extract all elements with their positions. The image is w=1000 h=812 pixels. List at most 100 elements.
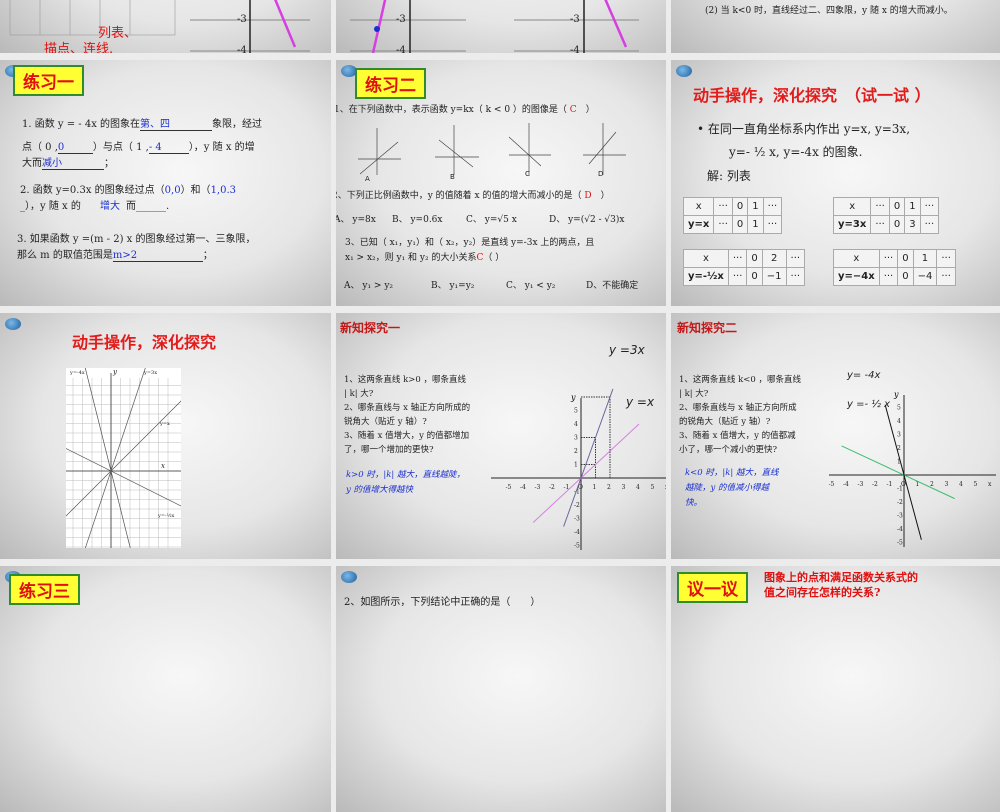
tick-label: x: [665, 484, 666, 491]
q-text: 2、哪条直线与 x 轴正方向所成: [679, 403, 797, 413]
table-cell: 0: [731, 197, 749, 216]
q-text: x₁ > x₂，则 y₁ 和 y₂ 的大小关系: [345, 253, 477, 263]
graph-d-line: [588, 131, 617, 165]
table-row: x ··· 0 1 ···: [682, 197, 783, 216]
slide-badge: 练习二: [355, 68, 426, 99]
option: C、 y₁ < y₂: [506, 281, 556, 291]
table-cell: 1: [912, 249, 938, 268]
table-cell: x: [683, 249, 729, 268]
q-text: 2、下列正比例函数中，y 的值随着 x 的值的增大而减小的是（: [336, 191, 582, 201]
tick-label: 3: [897, 432, 901, 439]
tick-label: -5: [506, 484, 512, 491]
table-cell: y=−4x: [833, 267, 880, 286]
q-text: ）与点（ 1 ,: [92, 142, 149, 153]
answer: 减小: [42, 154, 104, 170]
option: B、 y₁=y₂: [431, 281, 475, 291]
line-label: y =- ½ x: [847, 399, 891, 410]
table-cell: ···: [727, 267, 748, 286]
value-table: x ··· 0 1 ··· y=x ··· 0 1 ···: [682, 197, 783, 234]
slide-thumbnail[interactable]: 2、如图所示，下列结论中正确的是（ ）: [336, 566, 666, 812]
conclusion-text: k<0 时，|k| 越大，直线: [685, 468, 779, 478]
axis-label: x: [161, 462, 165, 470]
table-cell: 2: [761, 249, 787, 268]
table-cell: 1: [904, 197, 921, 216]
q-text: 而______.: [126, 201, 170, 212]
q-text: 2. 函数 y=0.3x 的图象经过点（: [20, 185, 165, 196]
slide-thumbnail[interactable]: (2) 当 k<0 时，直线经过二、四象限，y 随 x 的增大而减小。: [671, 0, 1000, 53]
slide-exercise-1[interactable]: 练习一 1. 函数 y = - 4x 的图象在第、四 象限，经过 点（ 0 ,0）…: [0, 60, 331, 306]
graph-label: A: [365, 175, 370, 183]
tick-label: 3: [945, 481, 949, 488]
tick-label: 4: [897, 418, 901, 425]
slide-text: 描点、连线.: [44, 42, 114, 53]
option-graphs: [358, 123, 626, 175]
answer: - 4: [148, 142, 189, 154]
table-cell: ···: [713, 197, 733, 216]
tick-label: -3: [396, 14, 406, 25]
table-cell: −1: [761, 267, 787, 286]
answer: 第、四: [140, 115, 213, 131]
slide-thumbnail[interactable]: -3 -4 列表、 描点、连线.: [0, 0, 331, 53]
table-cell: 0: [888, 197, 906, 216]
table-cell: 0: [746, 249, 763, 268]
tick-label: -5: [574, 543, 580, 550]
tick-label: 1: [593, 484, 597, 491]
q-text: 大而: [22, 158, 42, 169]
q-text: 了，哪一个增加的更快?: [344, 445, 434, 455]
slide-try-it[interactable]: 动手操作，深化探究 （试一试 ） • 在同一直角坐标系内作出 y=x, y=3x…: [671, 60, 1000, 306]
table-cell: 0: [746, 267, 763, 286]
graph-label: D: [598, 170, 604, 178]
slide-thumbnail[interactable]: -3 -4 -3 -4: [336, 0, 666, 53]
tick-label: -5: [897, 540, 903, 547]
slide-discuss[interactable]: 议一议 图象上的点和满足函数关系式的 值之间存在怎样的关系?: [671, 566, 1000, 812]
logo-icon: [5, 318, 21, 330]
tick-label: -4: [570, 45, 580, 53]
slide-exercise-3[interactable]: 练习三: [0, 566, 331, 812]
tick-label: -3: [237, 14, 247, 25]
table-cell: y=x: [682, 215, 715, 234]
tick-label: -2: [549, 484, 555, 491]
slide-badge: 练习一: [13, 65, 84, 96]
tick-label: -2: [872, 481, 878, 488]
tick-label: 4: [959, 481, 963, 488]
line-label: y =3x: [609, 343, 645, 357]
q-text: 的锐角大（贴近 y 轴）?: [679, 417, 771, 427]
slide-explore-2[interactable]: 新知探究二 1、这两条直线 k<0 ，哪条直线 | k| 大? 2、哪条直线与 x…: [671, 313, 1000, 559]
conclusion-text: k>0 时，|k| 越大，直线越陡，: [346, 470, 465, 480]
slide-graph-practice[interactable]: 动手操作，深化探究 y=-4x y=3x y=x y=-½x x y: [0, 313, 331, 559]
line-label: y=3x: [144, 370, 158, 376]
slide-title: 动手操作，深化探究: [72, 333, 217, 352]
table-cell: ···: [713, 215, 733, 234]
line-label: y= -4x: [847, 370, 881, 381]
q-text: ），y 随 x 的增: [188, 142, 255, 153]
q-text: 锐角大（贴近 y 轴）?: [344, 417, 427, 427]
table-cell: x: [682, 197, 715, 216]
tick-label: -1: [887, 481, 893, 488]
tick-label: -4: [237, 45, 247, 53]
point-marker: [374, 26, 380, 32]
slide-badge: 议一议: [677, 572, 748, 603]
conclusion-text: 越陡，y 的值减小得越: [685, 483, 770, 493]
table-row: x ··· 0 1 ···: [832, 197, 940, 216]
slide-title: 新知探究一: [340, 321, 401, 335]
tick-label: 3: [622, 484, 626, 491]
answer: 增大: [100, 201, 120, 212]
line-label: y =x: [626, 395, 655, 409]
graph-c-line: [508, 136, 542, 167]
table-row: x ··· 0 2 ···: [683, 249, 806, 268]
option: D、 y=(√2 - √3)x: [549, 215, 625, 225]
conclusion-text: 快。: [685, 498, 703, 508]
table-cell: y=-½x: [683, 267, 729, 286]
option: C、 y=√5 x: [466, 215, 517, 225]
slide-exercise-2[interactable]: 练习二 1、在下列函数中，表示函数 y=kx（ k < 0 ）的图像是（ C ）…: [336, 60, 666, 306]
graph-b-line: [438, 139, 474, 168]
table-cell: 1: [747, 215, 764, 234]
table-cell: ···: [870, 197, 890, 216]
table-cell: ···: [919, 215, 940, 234]
answer: D: [584, 191, 592, 201]
slide-explore-1[interactable]: 新知探究一 1、这两条直线 k>0 ，哪条直线 | k| 大? 2、哪条直线与 x…: [336, 313, 666, 559]
slide-badge: 练习三: [9, 574, 80, 605]
tick-label: 3: [574, 435, 578, 442]
q-text: 小了，哪一个减小的更快?: [679, 445, 778, 455]
table-row: y=3x ··· 0 3 ···: [832, 215, 940, 234]
